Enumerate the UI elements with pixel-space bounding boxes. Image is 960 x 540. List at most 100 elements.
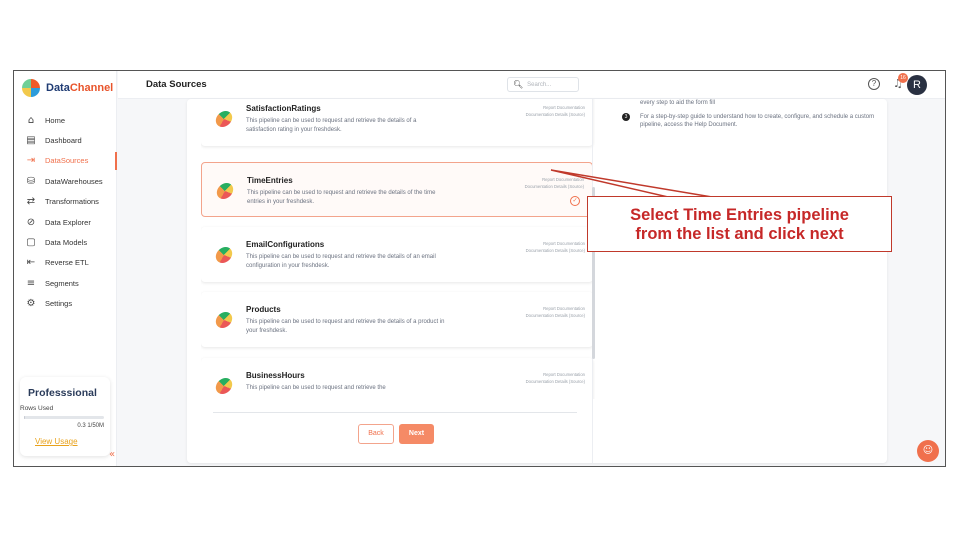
sidebar-item-label: Data Explorer — [45, 217, 91, 227]
reverse-etl-icon: ⇤ — [26, 257, 36, 269]
documentation-details-link[interactable]: Documentation Details (Source) — [526, 248, 585, 253]
search-placeholder: Search... — [527, 81, 552, 88]
usage-value: 0.3 1/50M — [77, 423, 104, 429]
models-icon: ▢ — [26, 237, 36, 249]
help-step-text: For a step-by-step guide to understand h… — [640, 114, 875, 128]
sidebar-item-label: Transformations — [45, 197, 99, 207]
sidebar-item-label: Segments — [45, 278, 79, 288]
footer-divider — [213, 412, 577, 413]
report-documentation-link[interactable]: Report Documentation — [543, 105, 585, 110]
collapse-sidebar-icon[interactable]: « — [109, 449, 115, 460]
pipeline-title: Products — [246, 305, 281, 314]
sidebar-item-settings[interactable]: ⚙ Settings — [14, 294, 117, 314]
database-icon: ⛁ — [26, 175, 36, 187]
plan-title: Professsional — [28, 387, 97, 399]
pipeline-doc-links: Report Documentation Documentation Detail… — [526, 104, 585, 118]
pipeline-doc-links: Report Documentation Documentation Detail… — [526, 371, 585, 385]
app-window: DataChannel ⌂ Home ▤ Dashboard ⇥ DataSources ⛁… — [13, 70, 946, 467]
datachannel-logo-icon — [22, 79, 40, 97]
documentation-details-link[interactable]: Documentation Details (Source) — [526, 112, 585, 117]
sidebar-nav: ⌂ Home ▤ Dashboard ⇥ DataSources ⛁ DataWarehous… — [14, 110, 117, 314]
explorer-icon: ⊘ — [26, 216, 36, 228]
sidebar-item-label: Data Models — [45, 238, 88, 248]
pipeline-description: This pipeline can be used to request and… — [246, 319, 445, 334]
report-documentation-link[interactable]: Report Documentation — [543, 306, 585, 311]
usage-progress-fill — [24, 416, 25, 419]
pipeline-description: This pipeline can be used to request and… — [246, 254, 436, 269]
annotation-callout: Select Time Entries pipeline from the li… — [587, 196, 892, 252]
sidebar-item-label: Settings — [45, 299, 73, 309]
settings-icon: ⚙ — [26, 298, 36, 310]
annotation-text: Select Time Entries pipeline from the li… — [588, 206, 891, 244]
documentation-details-link[interactable]: Documentation Details (Source) — [526, 313, 585, 318]
pipeline-title: SatisfactionRatings — [246, 104, 321, 113]
pipeline-doc-links: Report Documentation Documentation Detail… — [526, 305, 585, 319]
annotation-line-1: Select Time Entries pipeline — [630, 206, 849, 224]
pipeline-description: This pipeline can be used to request and… — [246, 118, 417, 133]
back-button[interactable]: Back — [358, 424, 394, 444]
segments-icon: ≡ — [26, 277, 36, 289]
freshdesk-logo-icon — [215, 183, 235, 199]
report-documentation-link[interactable]: Report Documentation — [542, 177, 584, 182]
freshdesk-logo-icon — [214, 247, 234, 263]
sidebar-item-datawarehouses[interactable]: ⛁ DataWarehouses — [14, 171, 117, 191]
brand-logo[interactable]: DataChannel — [22, 79, 113, 97]
datasources-icon: ⇥ — [26, 155, 36, 167]
selected-check-icon: ✓ — [570, 196, 580, 206]
sidebar-item-home[interactable]: ⌂ Home — [14, 110, 117, 130]
freshdesk-logo-icon — [214, 378, 234, 394]
pipeline-item[interactable]: BusinessHours This pipeline can be used t… — [201, 358, 593, 399]
search-icon: 🔍︎ — [513, 80, 524, 89]
sidebar-item-label: Dashboard — [45, 136, 82, 146]
freshdesk-logo-icon — [214, 111, 234, 127]
sidebar: DataChannel ⌂ Home ▤ Dashboard ⇥ DataSources ⛁… — [14, 71, 117, 466]
sidebar-item-data-explorer[interactable]: ⊘ Data Explorer — [14, 212, 117, 232]
next-button[interactable]: Next — [399, 424, 434, 444]
sidebar-item-label: Reverse ETL — [45, 258, 89, 268]
sidebar-item-reverse-etl[interactable]: ⇤ Reverse ETL — [14, 253, 117, 273]
sidebar-item-data-models[interactable]: ▢ Data Models — [14, 232, 117, 252]
pipeline-selection-card: SatisfactionRatings This pipeline can be … — [187, 99, 887, 463]
pipeline-doc-links: Report Documentation Documentation Detail… — [526, 240, 585, 254]
chat-support-icon[interactable]: ☺ — [917, 440, 939, 462]
documentation-details-link[interactable]: Documentation Details (Source) — [525, 184, 584, 189]
report-documentation-link[interactable]: Report Documentation — [543, 241, 585, 246]
documentation-details-link[interactable]: Documentation Details (Source) — [526, 379, 585, 384]
user-avatar[interactable]: R — [907, 75, 927, 95]
home-icon: ⌂ — [27, 114, 35, 126]
help-text-line: every step to aid the form fill — [640, 100, 716, 106]
usage-progress-bar — [24, 416, 104, 419]
rows-used-label: Rows Used — [20, 405, 54, 412]
annotation-line-2: from the list and click next — [635, 225, 844, 243]
pipeline-item[interactable]: SatisfactionRatings This pipeline can be … — [201, 99, 593, 146]
sidebar-item-label: DataSources — [45, 156, 89, 166]
report-documentation-link[interactable]: Report Documentation — [543, 372, 585, 377]
help-icon[interactable]: ? — [868, 78, 880, 90]
pipeline-title: BusinessHours — [246, 371, 305, 380]
pipeline-item[interactable]: TimeEntries This pipeline can be used to … — [201, 162, 593, 217]
view-usage-link[interactable]: View Usage — [35, 437, 78, 446]
dashboard-icon: ▤ — [26, 135, 36, 147]
brand-name: DataChannel — [46, 82, 114, 94]
search-input[interactable]: 🔍︎ Search... — [507, 77, 579, 92]
pipeline-item[interactable]: EmailConfigurations This pipeline can be … — [201, 227, 593, 282]
pipeline-description: This pipeline can be used to request and… — [246, 385, 386, 391]
sidebar-item-label: Home — [45, 115, 66, 125]
sidebar-item-segments[interactable]: ≡ Segments — [14, 273, 117, 293]
sidebar-item-dashboard[interactable]: ▤ Dashboard — [14, 130, 117, 150]
pipeline-item[interactable]: Products This pipeline can be used to req… — [201, 292, 593, 347]
sidebar-item-transformations[interactable]: ⇄ Transformations — [14, 192, 117, 212]
pipeline-doc-links: Report Documentation Documentation Detail… — [525, 176, 584, 190]
pipeline-title: TimeEntries — [247, 176, 293, 185]
top-header: Data Sources 🔍︎ Search... ? ♫ 16 R — [118, 71, 945, 99]
pipeline-description: This pipeline can be used to request and… — [247, 190, 436, 205]
pipeline-title: EmailConfigurations — [246, 240, 325, 249]
plan-card: Professsional Rows Used 0.3 1/50M View U… — [20, 377, 110, 456]
freshdesk-logo-icon — [214, 312, 234, 328]
step-number-badge: 3 — [622, 113, 630, 121]
page-title: Data Sources — [146, 79, 207, 90]
pipeline-list[interactable]: SatisfactionRatings This pipeline can be … — [201, 99, 595, 399]
sidebar-item-label: DataWarehouses — [45, 176, 103, 186]
sidebar-item-datasources[interactable]: ⇥ DataSources — [14, 151, 117, 171]
transform-icon: ⇄ — [26, 196, 36, 208]
